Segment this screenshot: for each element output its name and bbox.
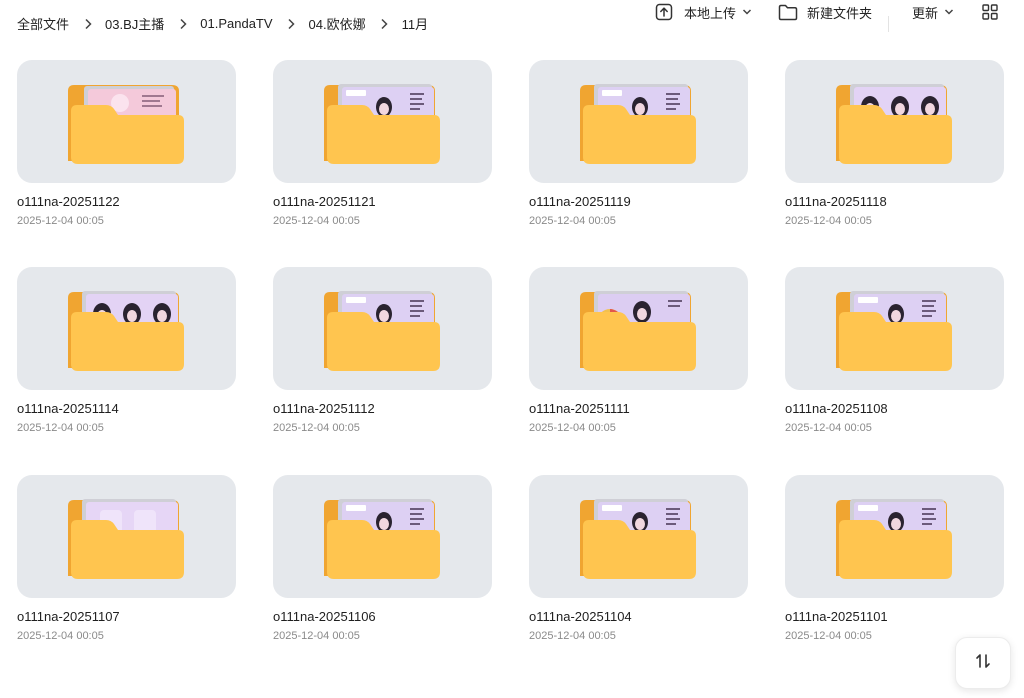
folder-card[interactable]: o111na-20251106 2025-12-04 00:05 — [273, 475, 492, 671]
chevron-right-icon — [287, 18, 296, 30]
folder-icon — [836, 81, 953, 165]
folder-icon — [68, 81, 185, 165]
top-bar: 全部文件 03.BJ主播 01.PandaTV 04.欧依娜 11月 本地上传 … — [0, 0, 1024, 48]
folder-card[interactable]: o111na-20251112 2025-12-04 00:05 — [273, 267, 492, 463]
folder-date: 2025-12-04 00:05 — [529, 422, 616, 434]
folder-icon — [580, 496, 697, 580]
sort-toggle-button[interactable] — [955, 637, 1011, 689]
folder-card[interactable]: o111na-20251104 2025-12-04 00:05 — [529, 475, 748, 671]
folder-thumbnail — [273, 60, 492, 183]
grid-view-icon — [982, 4, 998, 20]
folder-icon — [580, 288, 697, 372]
chevron-right-icon — [380, 18, 389, 30]
folder-date: 2025-12-04 00:05 — [785, 630, 872, 642]
folder-name[interactable]: o111na-20251121 — [273, 194, 376, 209]
folder-thumbnail — [785, 60, 1004, 183]
folder-card[interactable]: o111na-20251121 2025-12-04 00:05 — [273, 60, 492, 256]
folder-card[interactable]: o111na-20251111 2025-12-04 00:05 — [529, 267, 748, 463]
chevron-right-icon — [178, 18, 187, 30]
folder-thumbnail — [785, 475, 1004, 598]
folder-date: 2025-12-04 00:05 — [785, 422, 872, 434]
folder-date: 2025-12-04 00:05 — [785, 215, 872, 227]
folder-icon — [836, 288, 953, 372]
folder-card[interactable]: o111na-20251119 2025-12-04 00:05 — [529, 60, 748, 256]
toolbar-divider — [888, 16, 889, 32]
folder-card[interactable]: o111na-20251108 2025-12-04 00:05 — [785, 267, 1004, 463]
folder-name[interactable]: o111na-20251104 — [529, 609, 632, 624]
folder-thumbnail — [273, 267, 492, 390]
folder-name[interactable]: o111na-20251108 — [785, 401, 888, 416]
folder-date: 2025-12-04 00:05 — [273, 422, 360, 434]
folder-date: 2025-12-04 00:05 — [529, 215, 616, 227]
folder-thumbnail — [785, 267, 1004, 390]
folder-name[interactable]: o111na-20251119 — [529, 194, 631, 209]
breadcrumb: 全部文件 03.BJ主播 01.PandaTV 04.欧依娜 11月 — [17, 14, 428, 33]
breadcrumb-item-streamer[interactable]: 04.欧依娜 — [309, 14, 366, 33]
breadcrumb-item-current[interactable]: 11月 — [402, 14, 429, 33]
folder-thumbnail — [17, 267, 236, 390]
new-folder-label: 新建文件夹 — [807, 5, 873, 21]
upload-label: 本地上传 — [684, 5, 737, 21]
chevron-right-icon — [83, 18, 92, 30]
folder-date: 2025-12-04 00:05 — [17, 215, 104, 227]
folder-name[interactable]: o111na-20251122 — [17, 194, 120, 209]
folder-icon — [836, 496, 953, 580]
chevron-down-icon — [742, 8, 752, 16]
folder-card[interactable]: o111na-20251114 2025-12-04 00:05 — [17, 267, 236, 463]
folder-icon — [68, 496, 185, 580]
folder-icon — [324, 81, 441, 165]
folder-icon — [580, 81, 697, 165]
folder-name[interactable]: o111na-20251106 — [273, 609, 376, 624]
folder-thumbnail — [17, 60, 236, 183]
folder-outline-icon — [778, 4, 798, 21]
breadcrumb-item-root[interactable]: 全部文件 — [17, 14, 69, 33]
folder-name[interactable]: o111na-20251112 — [273, 401, 375, 416]
chevron-down-icon — [944, 8, 954, 16]
sort-arrows-icon — [974, 652, 992, 675]
folder-name[interactable]: o111na-20251107 — [17, 609, 120, 624]
folder-card[interactable]: o111na-20251107 2025-12-04 00:05 — [17, 475, 236, 671]
folder-thumbnail — [17, 475, 236, 598]
folder-date: 2025-12-04 00:05 — [17, 630, 104, 642]
folder-icon — [68, 288, 185, 372]
sort-label: 更新 — [912, 5, 939, 21]
folder-thumbnail — [529, 267, 748, 390]
folder-date: 2025-12-04 00:05 — [17, 422, 104, 434]
folder-name[interactable]: o111na-20251111 — [529, 401, 630, 416]
sort-dropdown[interactable]: 更新 — [912, 0, 954, 24]
breadcrumb-item-bj[interactable]: 03.BJ主播 — [105, 14, 164, 33]
new-folder-button[interactable]: 新建文件夹 — [778, 0, 872, 24]
folder-card[interactable]: o111na-20251118 2025-12-04 00:05 — [785, 60, 1004, 256]
folder-date: 2025-12-04 00:05 — [273, 215, 360, 227]
upload-icon — [655, 3, 673, 21]
folder-thumbnail — [529, 60, 748, 183]
folder-name[interactable]: o111na-20251114 — [17, 401, 119, 416]
folder-icon — [324, 496, 441, 580]
folder-name[interactable]: o111na-20251101 — [785, 609, 888, 624]
folder-name[interactable]: o111na-20251118 — [785, 194, 887, 209]
folder-thumbnail — [529, 475, 748, 598]
upload-button[interactable]: 本地上传 — [655, 0, 752, 24]
folder-card[interactable]: o111na-20251122 2025-12-04 00:05 — [17, 60, 236, 256]
folder-thumbnail — [273, 475, 492, 598]
folder-icon — [324, 288, 441, 372]
grid-view-button[interactable] — [982, 0, 998, 24]
folder-date: 2025-12-04 00:05 — [273, 630, 360, 642]
breadcrumb-item-pandatv[interactable]: 01.PandaTV — [200, 16, 272, 31]
folder-date: 2025-12-04 00:05 — [529, 630, 616, 642]
